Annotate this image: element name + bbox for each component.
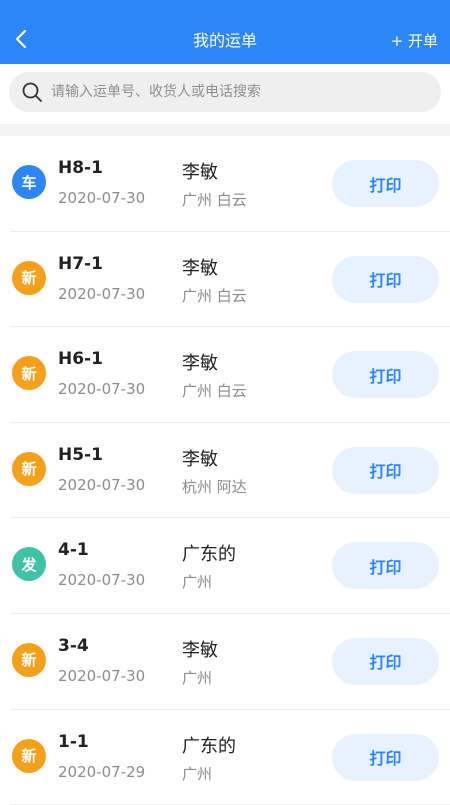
receiver-location: 广州 — [182, 573, 213, 592]
order-code: H8-1 — [58, 158, 103, 178]
status-badge: 车 — [12, 165, 46, 199]
receiver-location: 广州 — [182, 668, 213, 687]
order-row[interactable]: 新 H6-1 2020-07-30 李敏 广州 白云 打印 — [10, 327, 450, 423]
order-row[interactable]: 发 4-1 2020-07-30 广东的 广州 打印 — [10, 518, 450, 614]
order-code: 3-4 — [58, 635, 89, 656]
search-box[interactable] — [9, 72, 441, 112]
order-date: 2020-07-29 — [58, 762, 146, 781]
order-date: 2020-07-30 — [58, 189, 146, 207]
print-button[interactable]: 打印 — [332, 637, 439, 685]
top-bar: 我的运单 + 开单 — [0, 0, 450, 64]
print-button[interactable]: 打印 — [332, 351, 439, 399]
receiver-name: 李敏 — [182, 162, 218, 183]
order-list: 车 H8-1 2020-07-30 李敏 广州 白云 打印 新 H7-1 202… — [0, 136, 450, 805]
search-bar — [0, 64, 450, 124]
order-date: 2020-07-30 — [58, 284, 146, 303]
order-row[interactable]: 新 1-1 2020-07-29 广东的 广州 打印 — [10, 710, 450, 805]
receiver-location: 杭州 阿达 — [182, 477, 247, 496]
print-button[interactable]: 打印 — [332, 255, 439, 303]
order-code: 4-1 — [58, 540, 89, 561]
print-button[interactable]: 打印 — [332, 160, 439, 207]
order-code: H5-1 — [58, 444, 103, 465]
receiver-name: 李敏 — [182, 257, 218, 279]
receiver-location: 广州 白云 — [182, 382, 247, 401]
order-row[interactable]: 新 3-4 2020-07-30 李敏 广州 打印 — [10, 614, 450, 710]
receiver-name: 广东的 — [182, 544, 236, 566]
order-code: H7-1 — [58, 253, 103, 274]
status-badge: 发 — [12, 547, 46, 582]
print-button[interactable]: 打印 — [332, 446, 439, 494]
status-badge: 新 — [12, 642, 46, 677]
receiver-name: 广东的 — [182, 735, 236, 757]
status-badge: 新 — [12, 356, 46, 391]
print-button[interactable]: 打印 — [332, 542, 439, 590]
receiver-location: 广州 白云 — [182, 191, 247, 209]
search-input[interactable] — [51, 72, 431, 112]
order-code: H6-1 — [58, 349, 103, 370]
status-badge: 新 — [12, 451, 46, 486]
order-row[interactable]: 新 H5-1 2020-07-30 李敏 杭州 阿达 打印 — [10, 423, 450, 519]
order-date: 2020-07-30 — [58, 475, 146, 494]
receiver-location: 广州 — [182, 764, 213, 783]
order-row[interactable]: 车 H8-1 2020-07-30 李敏 广州 白云 打印 — [10, 136, 450, 232]
order-date: 2020-07-30 — [58, 666, 146, 685]
order-code: 1-1 — [58, 731, 89, 752]
receiver-name: 李敏 — [182, 448, 218, 470]
receiver-name: 李敏 — [182, 353, 218, 375]
search-icon — [21, 81, 43, 103]
section-divider — [0, 124, 450, 136]
print-button[interactable]: 打印 — [332, 733, 439, 781]
order-date: 2020-07-30 — [58, 380, 146, 399]
status-badge: 新 — [12, 738, 46, 773]
page-title: 我的运单 — [192, 31, 257, 50]
receiver-location: 广州 白云 — [182, 286, 247, 305]
receiver-name: 李敏 — [182, 639, 218, 661]
new-order-button[interactable]: + 开单 — [391, 30, 438, 52]
order-date: 2020-07-30 — [58, 571, 146, 590]
status-badge: 新 — [12, 260, 46, 295]
order-row[interactable]: 新 H7-1 2020-07-30 李敏 广州 白云 打印 — [10, 232, 450, 328]
